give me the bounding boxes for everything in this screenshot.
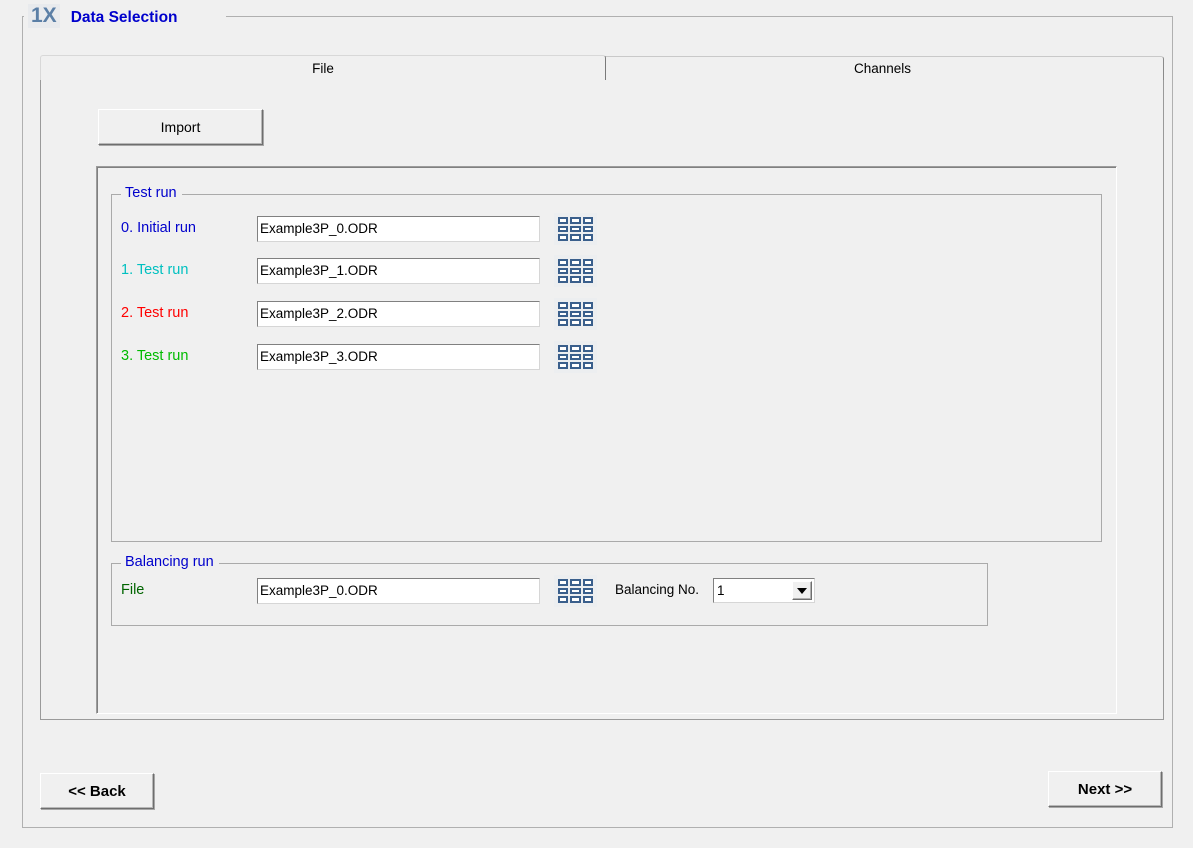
grid-cell [558, 353, 569, 361]
grid-cell [570, 345, 581, 352]
balancing-no-select[interactable]: 1 [713, 578, 815, 603]
grid-cell [570, 259, 581, 266]
browse-grid-icon-1[interactable] [554, 255, 597, 287]
grid-cell [570, 217, 581, 224]
tab-channels-label: Channels [853, 61, 912, 76]
browse-grid-icon-balancing[interactable] [554, 575, 597, 607]
run-file-input-3[interactable]: Example3P_3.ODR [257, 344, 540, 370]
test-run-row: 1. Test run Example3P_1.ODR [112, 255, 1101, 287]
tab-channels[interactable]: Channels [601, 56, 1164, 80]
grid-cell [558, 234, 569, 241]
import-button[interactable]: Import [98, 109, 263, 145]
back-button-label: << Back [68, 782, 126, 800]
balancing-run-group: Balancing run File Example3P_0.ODR Balan… [111, 554, 988, 626]
balancing-no-label: Balancing No. [615, 582, 700, 597]
grid-cell [558, 579, 569, 586]
grid-cell [570, 310, 581, 318]
grid-cell [582, 267, 593, 275]
grid-cell [582, 225, 593, 233]
grid-cell [558, 362, 569, 369]
browse-grid-icon-3[interactable] [554, 341, 597, 373]
tab-file[interactable]: File [40, 55, 606, 80]
frame-caption: 1X Data Selection [24, 4, 182, 28]
grid-cell [558, 267, 569, 275]
grid-cell [582, 310, 593, 318]
grid-cell [570, 596, 581, 603]
tab-file-label: File [312, 60, 334, 76]
grid-cell [558, 587, 569, 595]
wizard-window: 1X Data Selection File Channels Import T… [0, 0, 1193, 848]
run-file-input-2[interactable]: Example3P_2.ODR [257, 301, 540, 327]
tab-strip: File Channels [40, 55, 1164, 80]
next-button-label: Next >> [1077, 780, 1133, 798]
grid-cell [570, 302, 581, 309]
grid-cell [582, 259, 593, 266]
run-label-1: 1. Test run [121, 262, 189, 278]
browse-grid-icon-2[interactable] [554, 298, 597, 330]
test-run-row: 2. Test run Example3P_2.ODR [112, 298, 1101, 330]
test-run-row: 3. Test run Example3P_3.ODR [112, 341, 1101, 373]
grid-cell [570, 579, 581, 586]
next-button[interactable]: Next >> [1048, 771, 1162, 807]
test-run-row: 0. Initial run Example3P_0.ODR [112, 213, 1101, 245]
tab-body-file: Import Test run 0. Initial run Example3P… [40, 79, 1164, 720]
grid-cell [570, 225, 581, 233]
step-badge: 1X [28, 4, 60, 28]
grid-cell [582, 345, 593, 352]
back-button[interactable]: << Back [40, 773, 154, 809]
balancing-run-group-legend: Balancing run [121, 554, 219, 570]
grid-cell [558, 302, 569, 309]
grid-cell [558, 319, 569, 326]
grid-cell [558, 596, 569, 603]
grid-cell [582, 587, 593, 595]
grid-cell [570, 353, 581, 361]
grid-cell [582, 362, 593, 369]
grid-cell [570, 319, 581, 326]
grid-cell [582, 234, 593, 241]
run-file-input-0[interactable]: Example3P_0.ODR [257, 216, 540, 242]
grid-cell [570, 276, 581, 283]
grid-cell [558, 276, 569, 283]
grid-cell [570, 234, 581, 241]
balancing-file-input[interactable]: Example3P_0.ODR [257, 578, 540, 604]
grid-cell [558, 259, 569, 266]
run-file-input-1[interactable]: Example3P_1.ODR [257, 258, 540, 284]
balancing-file-label: File [121, 582, 145, 598]
grid-cell [582, 579, 593, 586]
balancing-run-row: File Example3P_0.ODR Balancing No. 1 [112, 575, 987, 607]
run-label-2: 2. Test run [121, 305, 189, 321]
grid-cell [582, 217, 593, 224]
grid-cell [558, 225, 569, 233]
browse-grid-icon-0[interactable] [554, 213, 597, 245]
run-label-3: 3. Test run [121, 348, 189, 364]
grid-cell [570, 587, 581, 595]
grid-cell [558, 217, 569, 224]
grid-cell [582, 319, 593, 326]
chevron-down-icon[interactable] [792, 581, 812, 600]
page-title: Data Selection [70, 9, 178, 26]
grid-cell [558, 310, 569, 318]
run-label-0: 0. Initial run [121, 220, 196, 236]
test-run-group: Test run 0. Initial run Example3P_0.ODR [111, 185, 1102, 542]
grid-cell [582, 276, 593, 283]
grid-cell [570, 267, 581, 275]
content-panel: Test run 0. Initial run Example3P_0.ODR [96, 166, 1117, 714]
balancing-no-value: 1 [717, 582, 725, 598]
grid-cell [582, 596, 593, 603]
import-button-label: Import [160, 119, 201, 135]
grid-cell [582, 353, 593, 361]
test-run-group-legend: Test run [121, 185, 182, 201]
tab-control: File Channels Import Test run 0. Initial… [40, 55, 1164, 720]
grid-cell [582, 302, 593, 309]
grid-cell [558, 345, 569, 352]
grid-cell [570, 362, 581, 369]
